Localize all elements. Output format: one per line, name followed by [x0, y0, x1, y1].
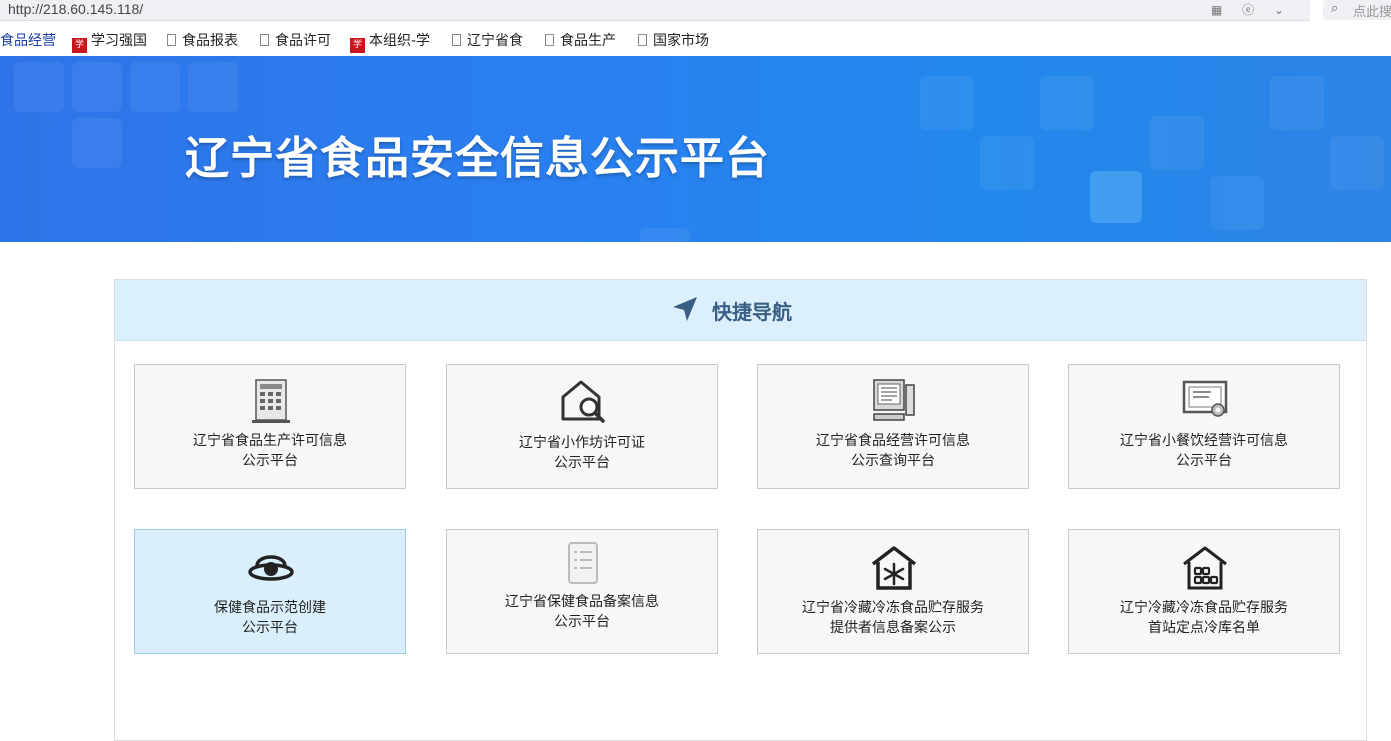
card-label-line2: 公示平台 — [242, 620, 298, 636]
card-label-line2: 首站定点冷库名单 — [1148, 620, 1260, 636]
quick-nav-panel: 快捷导航 辽宁省食品生产许可信息 公示平台 辽宁省小作坊许可证 公示平台 辽宁省… — [114, 279, 1367, 741]
document-list-icon — [568, 542, 598, 584]
url-field[interactable]: http://218.60.145.118/ ▦ ⓔ ⌄ — [0, 0, 1310, 21]
search-icon: ⌕ — [1331, 1, 1339, 16]
banner-tile — [1090, 171, 1142, 223]
browser-search-box[interactable]: ⌕ 点此搜 — [1323, 0, 1391, 20]
bookmark-label: 食品生产 — [560, 33, 616, 49]
bookmark-label: 学习强国 — [91, 33, 147, 49]
address-bar: http://218.60.145.118/ ▦ ⓔ ⌄ ⌕ 点此搜 — [0, 0, 1391, 26]
card-label-line1: 辽宁省食品生产许可信息 — [193, 433, 347, 449]
navigation-arrow-icon — [673, 297, 697, 321]
site-banner: 辽宁省食品安全信息公示平台 — [0, 56, 1391, 242]
card-label-line1: 辽宁省食品经营许可信息 — [816, 433, 970, 449]
banner-tile — [640, 228, 690, 242]
bookmarks-bar: 食品经营 学学习强国 食品报表 食品许可 学本组织-学 辽宁省食 食品生产 国家… — [0, 26, 1391, 56]
bookmark-label: 食品报表 — [182, 33, 238, 49]
banner-title: 辽宁省食品安全信息公示平台 — [185, 133, 770, 184]
banner-tile — [1040, 76, 1094, 130]
snowflake-house-icon — [871, 546, 917, 590]
house-search-icon — [561, 380, 605, 423]
banner-tile — [72, 118, 122, 168]
bookmark-item[interactable]: 国家市场 — [638, 32, 718, 50]
shield-icon — [248, 555, 294, 581]
card-label-line1: 保健食品示范创建 — [214, 600, 326, 616]
addr-tools-icon[interactable]: ▦ ⓔ ⌄ — [1211, 1, 1292, 18]
page-icon — [260, 34, 269, 46]
banner-tile — [188, 62, 238, 112]
quick-nav-header: 快捷导航 — [115, 280, 1366, 341]
banner-tile — [14, 62, 64, 112]
nav-card-health-food-demo[interactable]: 保健食品示范创建 公示平台 — [134, 529, 406, 654]
red-logo-icon: 学 — [350, 38, 365, 53]
banner-tile — [72, 62, 122, 112]
warehouse-icon — [1183, 546, 1227, 590]
card-label-line1: 辽宁省小作坊许可证 — [519, 435, 645, 451]
quick-nav-title: 快捷导航 — [712, 300, 792, 324]
banner-tile — [920, 76, 974, 130]
url-text[interactable]: http://218.60.145.118/ — [8, 0, 143, 18]
nav-card-health-food-filing[interactable]: 辽宁省保健食品备案信息 公示平台 — [446, 529, 718, 654]
card-label-line2: 提供者信息备案公示 — [830, 620, 956, 636]
nav-card-cold-storage-list[interactable]: 辽宁冷藏冷冻食品贮存服务 首站定点冷库名单 — [1068, 529, 1340, 654]
card-label-line2: 公示平台 — [554, 455, 610, 471]
banner-tile — [980, 136, 1034, 190]
page-icon — [638, 34, 647, 46]
bookmark-item[interactable]: 学本组织-学 — [350, 32, 436, 53]
building-icon — [252, 379, 290, 423]
bookmark-item[interactable]: 食品许可 — [260, 32, 336, 50]
bookmark-item[interactable]: 食品生产 — [545, 32, 623, 50]
card-label-line1: 辽宁省保健食品备案信息 — [505, 594, 659, 610]
nav-card-small-catering[interactable]: 辽宁省小餐饮经营许可信息 公示平台 — [1068, 364, 1340, 489]
search-placeholder: 点此搜 — [1353, 5, 1391, 20]
card-label-line2: 公示平台 — [554, 614, 610, 630]
certificate-icon — [1182, 380, 1228, 417]
red-logo-icon: 学 — [72, 38, 87, 53]
banner-tile — [1270, 76, 1324, 130]
card-label-line1: 辽宁省冷藏冷冻食品贮存服务 — [802, 600, 984, 616]
page-icon — [452, 34, 461, 46]
banner-tile — [1150, 116, 1204, 170]
bookmark-item[interactable]: 食品报表 — [167, 32, 245, 50]
bookmark-label: 国家市场 — [653, 33, 709, 49]
banner-tile — [1210, 176, 1264, 230]
card-label-line2: 公示查询平台 — [851, 453, 935, 469]
nav-card-food-business[interactable]: 辽宁省食品经营许可信息 公示查询平台 — [757, 364, 1029, 489]
banner-tile — [1330, 136, 1384, 190]
bookmark-item[interactable]: 学学习强国 — [72, 32, 154, 53]
bookmark-label: 食品许可 — [275, 33, 331, 49]
page-icon — [167, 34, 176, 46]
page-icon — [545, 34, 554, 46]
card-label-line2: 公示平台 — [242, 453, 298, 469]
bookmark-label: 辽宁省食 — [467, 33, 523, 49]
nav-card-cold-storage-filing[interactable]: 辽宁省冷藏冷冻食品贮存服务 提供者信息备案公示 — [757, 529, 1029, 654]
computer-icon — [873, 379, 915, 421]
banner-tile — [130, 62, 180, 112]
card-label-line1: 辽宁省小餐饮经营许可信息 — [1120, 433, 1288, 449]
nav-card-workshop[interactable]: 辽宁省小作坊许可证 公示平台 — [446, 364, 718, 489]
card-label-line1: 辽宁冷藏冷冻食品贮存服务 — [1120, 600, 1288, 616]
bookmark-item[interactable]: 辽宁省食 — [452, 32, 530, 50]
nav-card-food-production[interactable]: 辽宁省食品生产许可信息 公示平台 — [134, 364, 406, 489]
bookmark-item[interactable]: 食品经营 — [0, 32, 58, 50]
bookmark-label: 本组织-学 — [369, 33, 431, 49]
card-label-line2: 公示平台 — [1176, 453, 1232, 469]
bookmark-label: 食品经营 — [0, 33, 56, 49]
